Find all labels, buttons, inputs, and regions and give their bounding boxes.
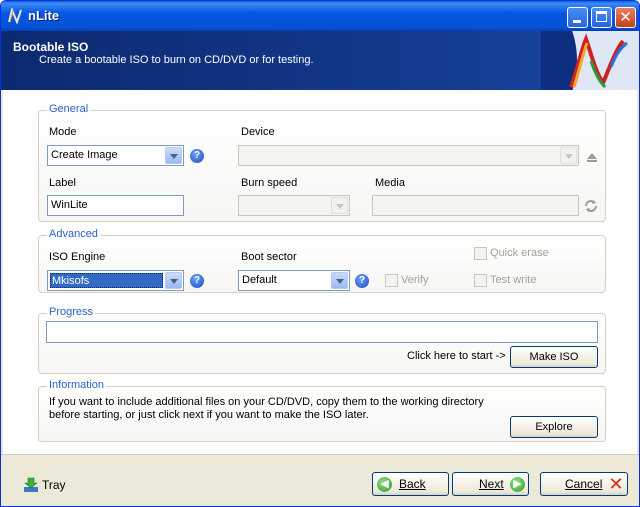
chevron-down-icon[interactable] bbox=[560, 147, 577, 164]
nlite-banner-logo-icon bbox=[541, 31, 639, 90]
media-field bbox=[372, 195, 579, 216]
maximize-icon bbox=[596, 11, 607, 22]
make-iso-hint: Click here to start -> bbox=[407, 350, 506, 362]
chevron-down-icon[interactable] bbox=[165, 272, 182, 289]
help-icon[interactable]: ? bbox=[190, 274, 204, 288]
nlite-window: nLite ✕ Bootable ISO Create a bootable I… bbox=[0, 0, 640, 507]
device-select[interactable] bbox=[238, 145, 579, 166]
maximize-button[interactable] bbox=[591, 7, 612, 28]
back-arrow-icon: ◀ bbox=[377, 477, 392, 492]
burn-speed-select[interactable] bbox=[238, 195, 350, 216]
test-write-label: Test write bbox=[490, 274, 537, 286]
verify-checkbox[interactable] bbox=[385, 274, 398, 287]
tray-download-icon bbox=[24, 477, 38, 492]
progress-legend: Progress bbox=[47, 306, 96, 318]
back-button[interactable]: ◀ Back bbox=[372, 472, 449, 496]
page-subtitle: Create a bootable ISO to burn on CD/DVD … bbox=[39, 54, 314, 66]
chevron-down-icon[interactable] bbox=[165, 147, 182, 164]
help-icon[interactable]: ? bbox=[355, 274, 369, 288]
test-write-checkbox[interactable] bbox=[474, 274, 487, 287]
page-title: Bootable ISO bbox=[13, 40, 89, 54]
explore-button[interactable]: Explore bbox=[510, 416, 598, 438]
iso-engine-select[interactable]: Mkisofs bbox=[47, 270, 184, 291]
cancel-label: Cancel bbox=[565, 477, 603, 491]
quick-erase-checkbox[interactable] bbox=[474, 247, 487, 260]
eject-icon[interactable] bbox=[584, 148, 600, 164]
window-title: nLite bbox=[28, 8, 60, 23]
tray-label: Tray bbox=[42, 478, 66, 492]
mode-select[interactable]: Create Image bbox=[47, 145, 184, 166]
make-iso-button[interactable]: Make ISO bbox=[510, 346, 598, 368]
iso-engine-label: ISO Engine bbox=[49, 251, 106, 263]
general-legend: General bbox=[47, 103, 91, 115]
next-label: Next bbox=[479, 477, 504, 491]
refresh-icon[interactable] bbox=[583, 198, 599, 214]
cancel-button[interactable]: Cancel ✕ bbox=[540, 472, 628, 496]
progress-bar bbox=[46, 321, 598, 343]
close-button[interactable]: ✕ bbox=[615, 7, 636, 28]
close-icon: ✕ bbox=[619, 9, 632, 26]
chevron-down-icon[interactable] bbox=[331, 197, 348, 214]
title-bar[interactable]: nLite ✕ bbox=[1, 1, 639, 31]
mode-label: Mode bbox=[49, 126, 77, 138]
minimize-button[interactable] bbox=[567, 7, 588, 28]
advanced-legend: Advanced bbox=[47, 228, 100, 240]
next-button[interactable]: Next ▶ bbox=[452, 472, 529, 496]
wizard-footer: Tray ◀ Back Next ▶ Cancel ✕ bbox=[1, 454, 639, 506]
quick-erase-label: Quick erase bbox=[490, 247, 549, 259]
minimize-icon bbox=[573, 20, 581, 23]
label-input[interactable]: WinLite bbox=[47, 195, 184, 216]
information-legend: Information bbox=[47, 379, 107, 391]
device-label: Device bbox=[241, 126, 275, 138]
mode-select-value: Create Image bbox=[51, 149, 118, 161]
cancel-x-icon: ✕ bbox=[608, 474, 624, 494]
boot-sector-label: Boot sector bbox=[241, 251, 297, 263]
label-input-value: WinLite bbox=[51, 199, 88, 211]
page-header: Bootable ISO Create a bootable ISO to bu… bbox=[1, 31, 639, 90]
burn-speed-label: Burn speed bbox=[241, 177, 298, 189]
main-content: General Mode Create Image ? Device Label… bbox=[3, 90, 637, 454]
iso-engine-value: Mkisofs bbox=[52, 275, 90, 287]
boot-sector-select[interactable]: Default bbox=[238, 270, 350, 291]
next-arrow-icon: ▶ bbox=[510, 477, 525, 492]
back-label: Back bbox=[399, 477, 426, 491]
nlite-logo-icon bbox=[7, 6, 23, 25]
boot-sector-value: Default bbox=[242, 274, 277, 286]
iso-engine-selection: Mkisofs bbox=[50, 273, 163, 288]
media-label: Media bbox=[375, 177, 405, 189]
verify-label: Verify bbox=[401, 274, 429, 286]
label-label: Label bbox=[49, 177, 76, 189]
chevron-down-icon[interactable] bbox=[331, 272, 348, 289]
help-icon[interactable]: ? bbox=[190, 149, 204, 163]
information-text: If you want to include additional files … bbox=[49, 396, 484, 421]
